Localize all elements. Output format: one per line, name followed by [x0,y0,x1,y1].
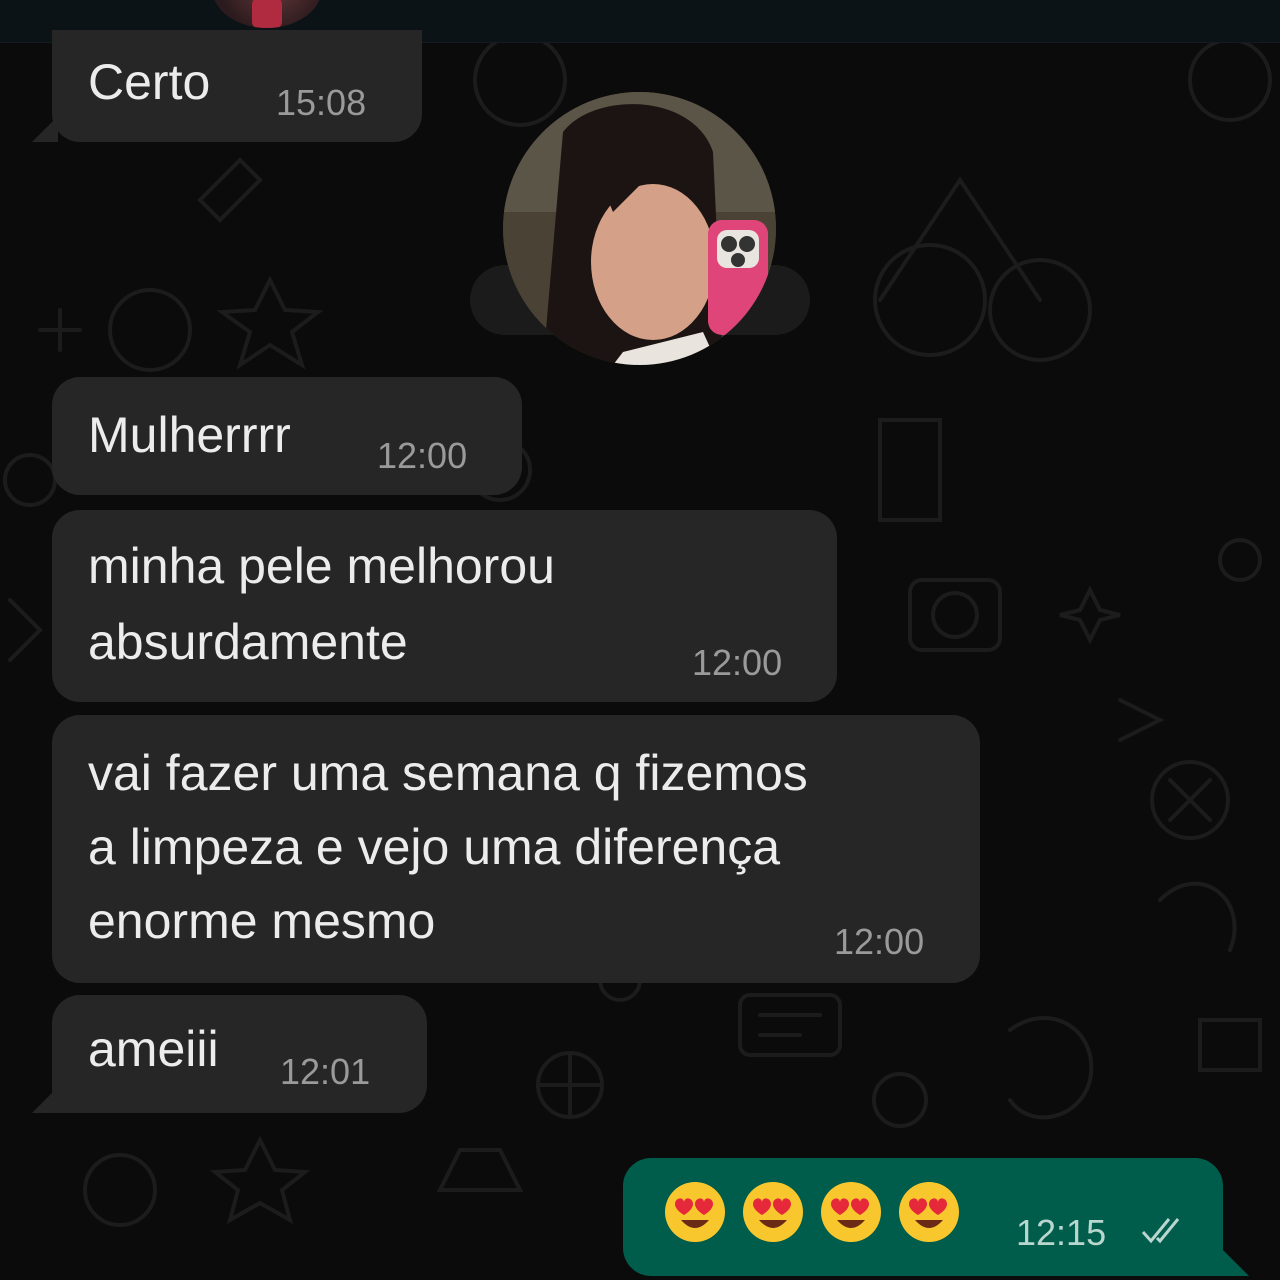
heart-eyes-emoji-icon [821,1182,881,1242]
incoming-message[interactable]: vai fazer uma semana q fizemos a limpeza… [52,715,980,983]
read-double-check-icon [1141,1218,1180,1244]
bubble-tail [32,1087,58,1113]
emoji-row [663,1180,961,1244]
message-time: 12:00 [692,642,783,683]
message-text-line: vai fazer uma semana q fizemos [88,745,808,801]
incoming-message[interactable]: minha pele melhorou absurdamente 12:00 [52,510,837,702]
message-time: 12:00 [834,921,925,962]
message-text-line: a limpeza e vejo uma diferença [88,819,781,875]
incoming-message[interactable]: Mulherrrr 12:00 [52,377,522,495]
message-time: 12:15 [1016,1212,1107,1253]
message-time: 15:08 [276,82,367,123]
contact-photo-graphic [503,92,776,365]
heart-eyes-emoji-icon [899,1182,959,1242]
message-text: Mulherrrr [88,407,291,463]
incoming-message[interactable]: ameiii 12:01 [52,995,427,1113]
message-text-line: absurdamente [88,614,408,670]
message-text-line: minha pele melhorou [88,538,555,594]
heart-eyes-emoji-icon [743,1182,803,1242]
message-text: Certo [88,54,211,110]
contact-avatar-thumbnail[interactable] [212,0,322,28]
message-text: ameiii [88,1021,219,1077]
heart-eyes-emoji-icon [665,1182,725,1242]
incoming-message[interactable]: Certo 15:08 [52,30,422,142]
message-time: 12:00 [377,435,468,476]
bubble-tail [32,116,58,142]
outgoing-message[interactable]: 12:15 [623,1158,1223,1276]
message-time: 12:01 [280,1051,371,1092]
contact-photo[interactable] [503,92,776,365]
bubble-tail [1223,1250,1249,1276]
message-text-line: enorme mesmo [88,893,436,949]
